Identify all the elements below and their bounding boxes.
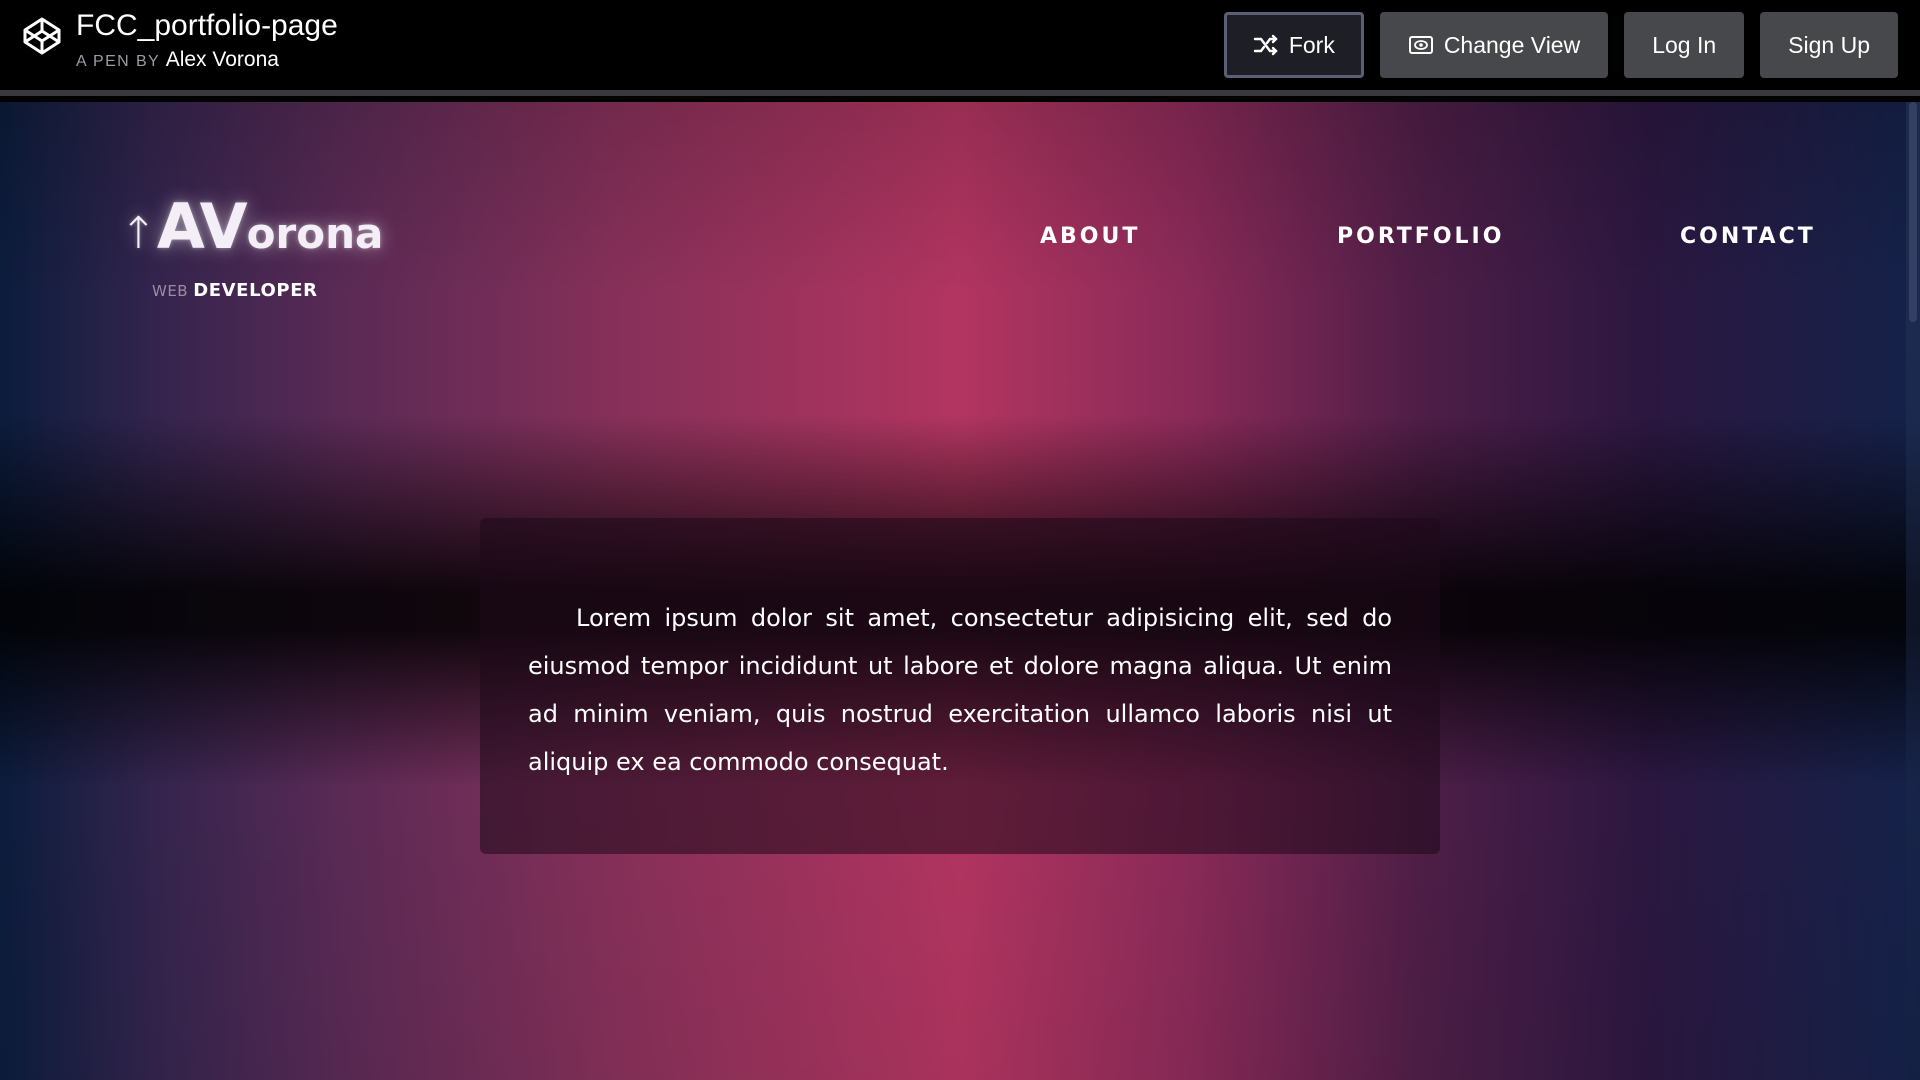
logo-initials: AV [156,190,248,263]
tagline-main: DEVELOPER [193,280,318,301]
codepen-header: FCC_portfolio-page A PEN BY Alex Vorona … [0,0,1920,96]
log-in-button[interactable]: Log In [1624,12,1745,78]
nav-contact-link[interactable]: CONTACT [1680,224,1816,249]
nav-about-link[interactable]: ABOUT [1040,224,1140,249]
fork-button[interactable]: Fork [1223,12,1364,78]
fork-button-label: Fork [1288,31,1335,58]
pen-title: FCC_portfolio-page [76,9,338,42]
pen-preview: ↑AVorona WEB DEVELOPER ABOUT PORTFOLIO C… [0,102,1920,1080]
codepen-logo-icon[interactable] [22,16,62,56]
site-tagline: WEB DEVELOPER [152,280,318,301]
sign-up-button[interactable]: Sign Up [1760,12,1898,78]
logo-rest: orona [246,209,384,258]
change-view-button[interactable]: Change View [1379,12,1609,78]
intro-card: Lorem ipsum dolor sit amet, consectetur … [480,518,1440,854]
intro-text: Lorem ipsum dolor sit amet, consectetur … [528,604,1392,776]
pen-byline: A PEN BY Alex Vorona [76,49,338,73]
logo-arrow: ↑ [120,208,157,259]
pen-by-label: A PEN BY [76,53,161,70]
scrollbar-thumb[interactable] [1909,102,1917,322]
site-logo[interactable]: ↑AVorona [120,190,383,263]
eye-icon [1408,36,1433,54]
preview-scrollbar[interactable] [1906,102,1920,1080]
pen-author-link[interactable]: Alex Vorona [166,48,279,71]
header-actions: Fork Change View Log In Sign Up [1223,12,1898,78]
fork-icon [1253,34,1278,56]
nav-portfolio-link[interactable]: PORTFOLIO [1337,224,1504,249]
tagline-prefix: WEB [152,282,189,300]
change-view-label: Change View [1443,31,1581,58]
pen-title-block: FCC_portfolio-page A PEN BY Alex Vorona [76,9,338,73]
